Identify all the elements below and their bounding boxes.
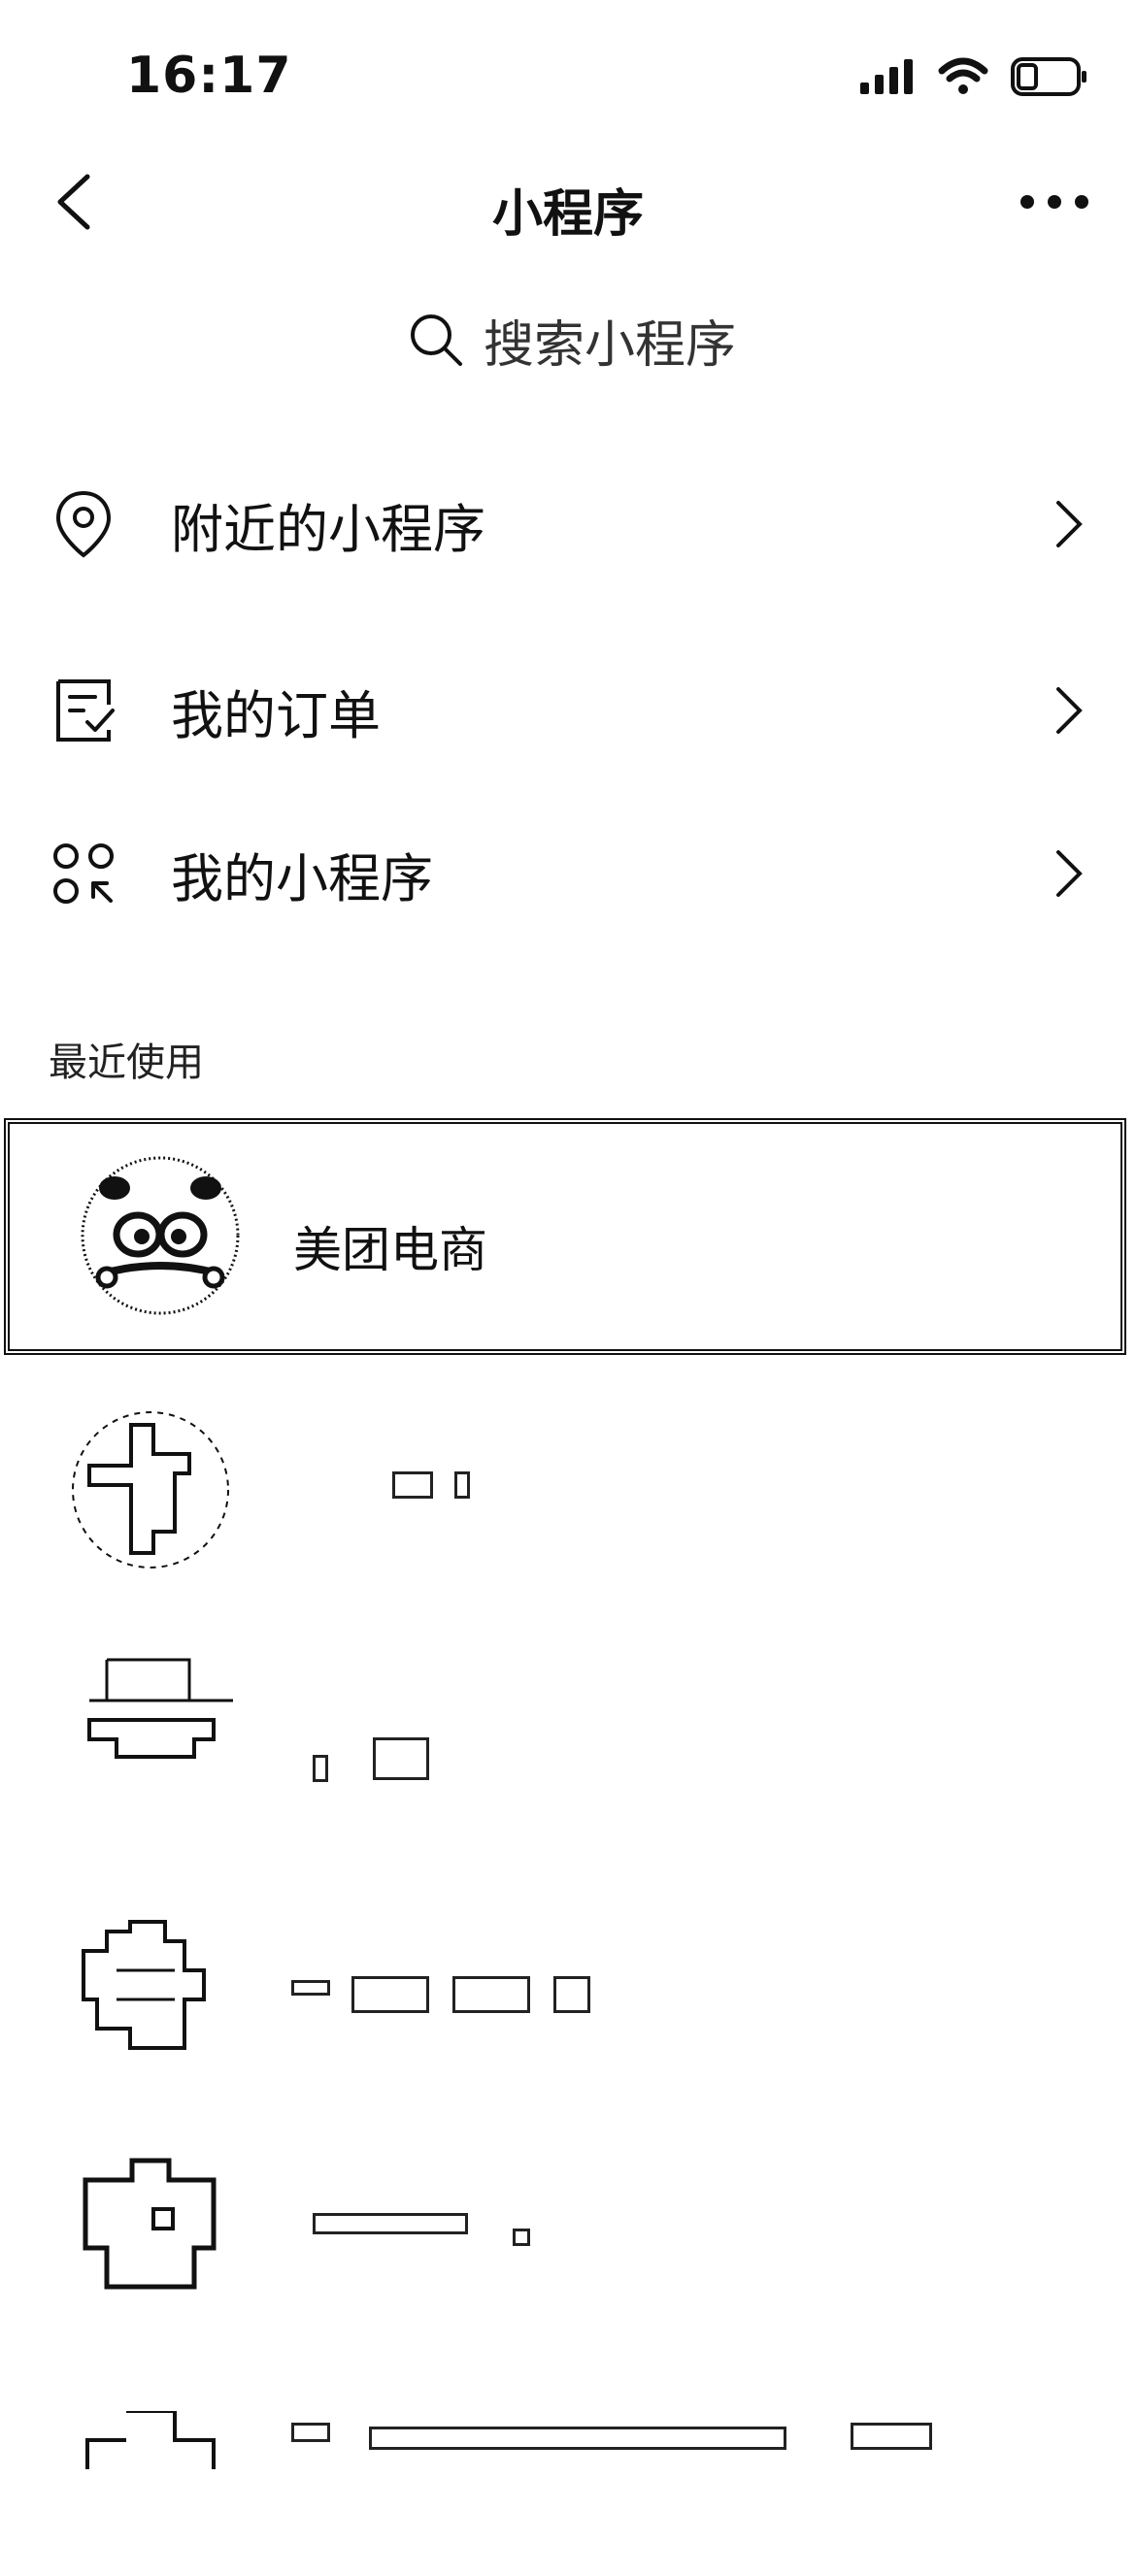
app-avatar-icon [85, 2411, 216, 2469]
search-icon [411, 314, 462, 366]
redacted-text [313, 1755, 328, 1782]
recent-item[interactable] [0, 1359, 1136, 1602]
menu-label: 我的订单 [171, 684, 381, 746]
status-icons [858, 56, 1089, 97]
order-list-icon [56, 679, 115, 742]
redacted-text [454, 1471, 470, 1499]
panda-avatar-icon [81, 1156, 240, 1315]
menu-item-nearby[interactable]: 附近的小程序 [0, 456, 1136, 592]
menu-item-orders[interactable]: 我的订单 [0, 643, 1136, 778]
status-time: 16:17 [126, 47, 292, 105]
redacted-text [851, 2423, 932, 2450]
redacted-text [369, 2427, 786, 2450]
recent-item[interactable] [0, 2329, 1136, 2572]
redacted-text [373, 1737, 429, 1780]
redacted-text [553, 1976, 590, 2013]
redacted-text [452, 1976, 530, 2013]
chevron-right-icon [1056, 850, 1083, 897]
battery-icon [1011, 57, 1086, 96]
app-avatar-icon [87, 1658, 233, 1759]
mini-program-grid-icon [53, 843, 114, 904]
wifi-icon [938, 57, 988, 94]
section-recent-label: 最近使用 [49, 1040, 204, 1085]
chevron-right-icon [1056, 501, 1083, 547]
location-pin-icon [55, 490, 112, 558]
recent-item[interactable] [0, 1844, 1136, 2087]
app-avatar-icon [72, 1411, 229, 1569]
more-options-icon[interactable] [1016, 181, 1093, 223]
menu-item-my-mini-programs[interactable]: 我的小程序 [0, 806, 1136, 941]
signal-icon [860, 59, 913, 94]
menu-label: 我的小程序 [171, 847, 433, 909]
recent-item[interactable] [0, 1602, 1136, 1844]
recent-item-name: 美团电商 [293, 1222, 487, 1278]
page-title: 小程序 [491, 185, 644, 244]
menu-label: 附近的小程序 [171, 498, 485, 560]
app-avatar-icon [82, 1920, 206, 2050]
search-placeholder: 搜索小程序 [484, 315, 737, 375]
chevron-right-icon [1056, 687, 1083, 734]
search-bar[interactable]: 搜索小程序 [408, 301, 757, 379]
recent-item[interactable] [0, 2087, 1136, 2329]
redacted-text [513, 2229, 530, 2246]
recent-item-meituan[interactable]: 美团电商 [4, 1118, 1126, 1355]
redacted-text [392, 1471, 433, 1499]
redacted-text [291, 2423, 330, 2442]
redacted-text [291, 1980, 330, 1996]
app-avatar-icon [83, 2158, 217, 2290]
redacted-text [351, 1976, 429, 2013]
redacted-text [313, 2213, 468, 2234]
